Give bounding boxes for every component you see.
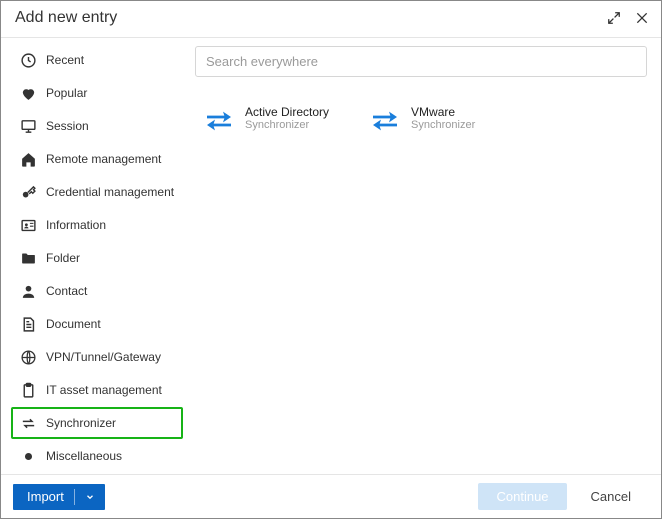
entry-title: Active Directory [245, 105, 329, 119]
house-gear-icon [19, 150, 37, 168]
sidebar-item-synchronizer[interactable]: Synchronizer [11, 407, 183, 439]
search-input[interactable] [195, 46, 647, 77]
cancel-label: Cancel [591, 489, 631, 504]
sidebar-item-miscellaneous[interactable]: Miscellaneous [11, 440, 183, 472]
dialog-title: Add new entry [15, 9, 117, 27]
sidebar-item-contact[interactable]: Contact [11, 275, 183, 307]
sidebar-item-label: Folder [46, 251, 80, 265]
entry-vmware[interactable]: VMware Synchronizer [369, 105, 475, 137]
sidebar-item-folder[interactable]: Folder [11, 242, 183, 274]
clipboard-icon [19, 381, 37, 399]
sidebar-item-label: Recent [46, 53, 84, 67]
sidebar-item-label: Information [46, 218, 106, 232]
dot-icon [19, 447, 37, 465]
sidebar-item-popular[interactable]: Popular [11, 77, 183, 109]
expand-icon[interactable] [607, 11, 621, 25]
import-label: Import [27, 489, 64, 504]
sidebar-item-label: VPN/Tunnel/Gateway [46, 350, 161, 364]
cancel-button[interactable]: Cancel [573, 483, 649, 510]
titlebar: Add new entry [1, 1, 661, 38]
sidebar-item-information[interactable]: Information [11, 209, 183, 241]
sidebar-item-label: Remote management [46, 152, 161, 166]
sidebar: Recent Popular Session Remote management [1, 38, 189, 474]
dialog-body: Recent Popular Session Remote management [1, 38, 661, 474]
sidebar-item-it-asset-management[interactable]: IT asset management [11, 374, 183, 406]
entry-active-directory[interactable]: Active Directory Synchronizer [203, 105, 329, 137]
sync-arrows-icon [369, 105, 401, 137]
sidebar-item-label: Document [46, 317, 101, 331]
key-icon [19, 183, 37, 201]
person-icon [19, 282, 37, 300]
main-panel: Active Directory Synchronizer VMware Syn… [189, 38, 661, 474]
document-icon [19, 315, 37, 333]
heart-icon [19, 84, 37, 102]
continue-button[interactable]: Continue [478, 483, 566, 510]
footer-right: Continue Cancel [478, 483, 649, 510]
sidebar-item-session[interactable]: Session [11, 110, 183, 142]
monitor-icon [19, 117, 37, 135]
sidebar-item-document[interactable]: Document [11, 308, 183, 340]
titlebar-controls [607, 11, 649, 25]
sidebar-item-vpn-tunnel-gateway[interactable]: VPN/Tunnel/Gateway [11, 341, 183, 373]
add-entry-dialog: Add new entry Recent [0, 0, 662, 519]
continue-label: Continue [496, 489, 548, 504]
id-card-icon [19, 216, 37, 234]
sidebar-item-label: Synchronizer [46, 416, 116, 430]
entry-text: VMware Synchronizer [411, 105, 475, 131]
folder-icon [19, 249, 37, 267]
button-divider [74, 489, 75, 505]
sync-icon [19, 414, 37, 432]
sidebar-item-label: IT asset management [46, 383, 162, 397]
clock-icon [19, 51, 37, 69]
entries-grid: Active Directory Synchronizer VMware Syn… [195, 77, 647, 165]
sidebar-item-credential-management[interactable]: Credential management [11, 176, 183, 208]
entry-text: Active Directory Synchronizer [245, 105, 329, 131]
sidebar-item-label: Credential management [46, 185, 174, 199]
sync-arrows-icon [203, 105, 235, 137]
entry-title: VMware [411, 105, 475, 119]
entry-subtitle: Synchronizer [245, 119, 329, 131]
globe-icon [19, 348, 37, 366]
sidebar-item-remote-management[interactable]: Remote management [11, 143, 183, 175]
footer: Import Continue Cancel [1, 474, 661, 518]
search-container [195, 46, 647, 77]
sidebar-item-label: Popular [46, 86, 87, 100]
import-button[interactable]: Import [13, 484, 105, 510]
close-icon[interactable] [635, 11, 649, 25]
sidebar-item-label: Miscellaneous [46, 449, 122, 463]
entry-subtitle: Synchronizer [411, 119, 475, 131]
chevron-down-icon [85, 492, 95, 502]
sidebar-item-recent[interactable]: Recent [11, 44, 183, 76]
sidebar-item-label: Contact [46, 284, 87, 298]
sidebar-item-label: Session [46, 119, 89, 133]
